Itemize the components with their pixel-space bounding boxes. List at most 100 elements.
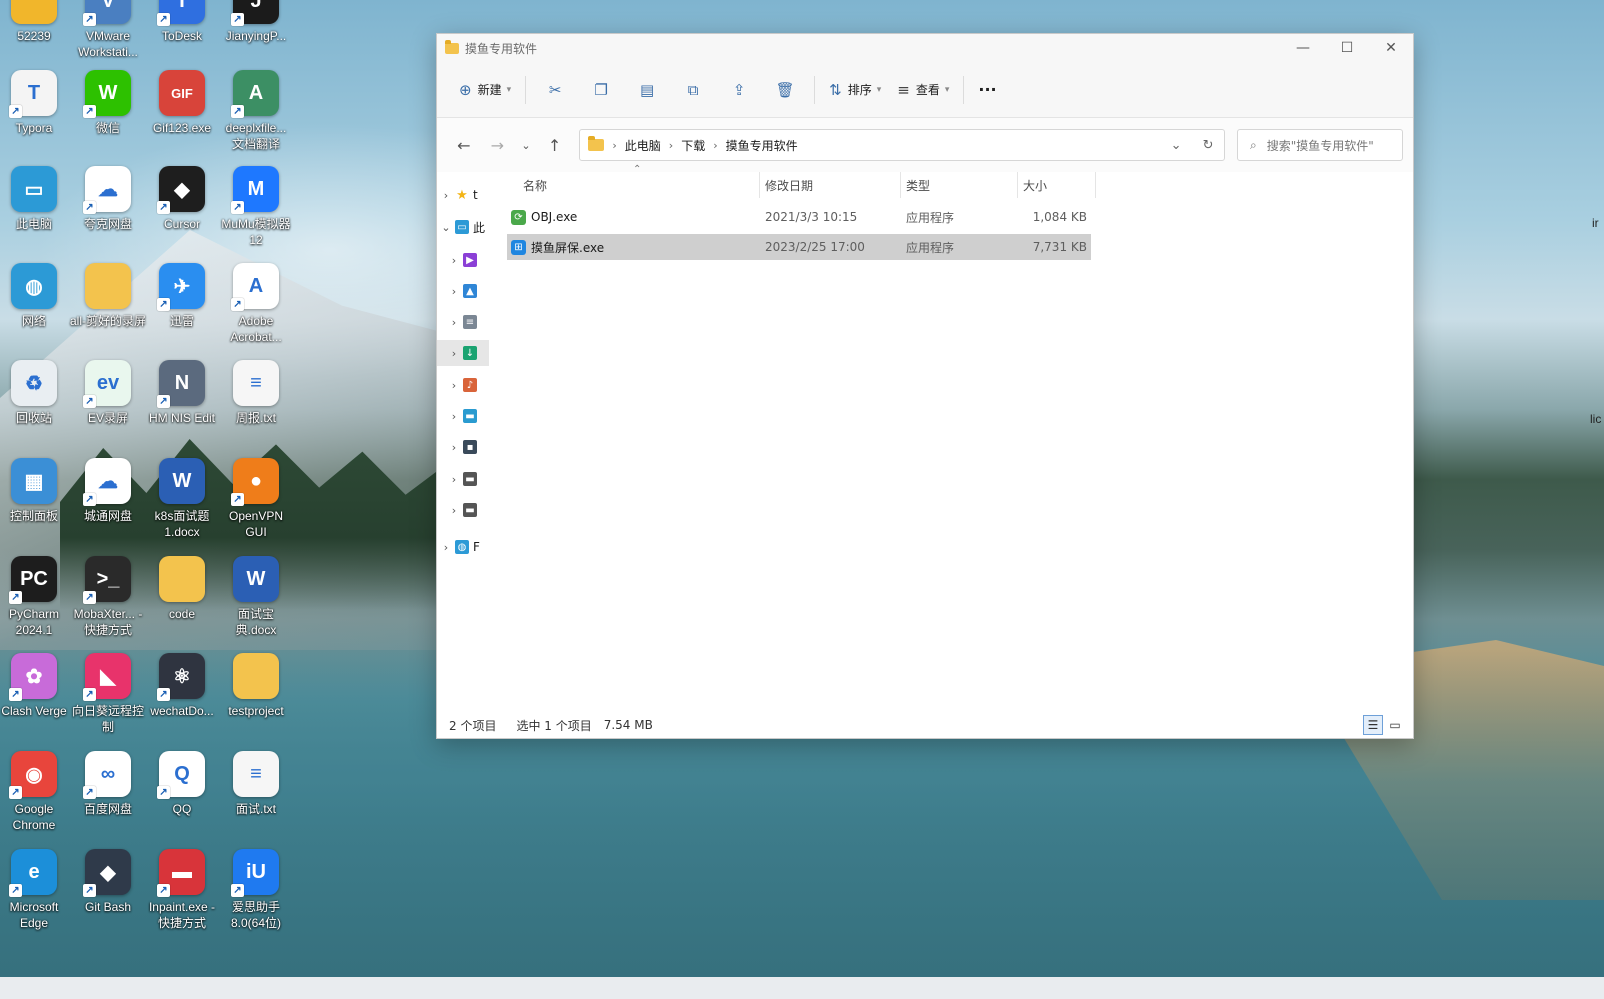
expand-chevron-icon[interactable]: › — [445, 316, 463, 329]
paste-icon[interactable]: ▤ — [632, 74, 662, 106]
desktop-icon[interactable]: ◆ ↗ Cursor — [144, 166, 220, 232]
sort-button[interactable]: ⇅ 排序 ▾ — [821, 74, 889, 106]
forward-arrow-icon[interactable]: → — [481, 130, 515, 160]
desktop-icon[interactable]: ✿ ↗ Clash Verge — [0, 653, 72, 719]
expand-chevron-icon[interactable]: › — [445, 441, 463, 454]
column-header-size[interactable]: 大小 — [1023, 172, 1047, 198]
nav-tree-item[interactable]: › ↓ — [437, 340, 489, 366]
desktop-icon[interactable]: V ↗ VMware Workstati... — [70, 0, 146, 60]
desktop-icon[interactable]: J ↗ JianyingP... — [218, 0, 294, 44]
new-button[interactable]: ⊕ 新建 ▾ — [451, 74, 519, 106]
desktop-icon[interactable]: GIF Gif123.exe — [144, 70, 220, 136]
expand-chevron-icon[interactable]: ⌄ — [437, 221, 455, 234]
nav-tree-item[interactable]: › ♪ — [437, 372, 489, 398]
desktop-icon[interactable]: ◣ ↗ 向日葵远程控制 — [70, 653, 146, 735]
nav-tree-item[interactable]: › ▬ — [437, 466, 489, 492]
nav-tree-item[interactable]: › ▶ — [437, 247, 489, 273]
expand-chevron-icon[interactable]: › — [445, 504, 463, 517]
desktop-icon[interactable]: testproject — [218, 653, 294, 719]
expand-chevron-icon[interactable]: › — [437, 189, 455, 202]
desktop-icon[interactable]: ▭ 此电脑 — [0, 166, 72, 232]
column-divider[interactable] — [900, 172, 901, 198]
desktop-icon[interactable]: PC ↗ PyCharm 2024.1 — [0, 556, 72, 638]
desktop-icon[interactable]: ✈ ↗ 迅雷 — [144, 263, 220, 329]
desktop-icon[interactable]: ≡ 周报.txt — [218, 360, 294, 426]
desktop-icon[interactable]: A ↗ Adobe Acrobat... — [218, 263, 294, 345]
desktop-icon[interactable]: T ↗ ToDesk — [144, 0, 220, 44]
expand-chevron-icon[interactable]: › — [445, 347, 463, 360]
nav-tree-item[interactable]: › ★ t — [437, 182, 489, 208]
desktop-icon[interactable]: >_ ↗ MobaXter... - 快捷方式 — [70, 556, 146, 638]
file-row[interactable]: ⊞ 摸鱼屏保.exe 2023/2/25 17:00 应用程序 7,731 KB — [507, 234, 1091, 260]
desktop-icon[interactable]: ◆ ↗ Git Bash — [70, 849, 146, 915]
desktop-icon[interactable]: 52239 — [0, 0, 72, 44]
desktop-icon[interactable]: N ↗ HM NIS Edit — [144, 360, 220, 426]
desktop-icon[interactable]: ◉ ↗ Google Chrome — [0, 751, 72, 833]
desktop-icon[interactable]: ev ↗ EV录屏 — [70, 360, 146, 426]
breadcrumb-downloads[interactable]: 下载 — [681, 137, 705, 154]
column-header-modified[interactable]: 修改日期 — [765, 172, 813, 198]
nav-tree-item[interactable]: ⌄ ▭ 此 — [437, 214, 489, 240]
column-divider[interactable] — [1095, 172, 1096, 198]
desktop-icon[interactable]: ▦ 控制面板 — [0, 458, 72, 524]
desktop-icon[interactable]: ⚛ ↗ wechatDo... — [144, 653, 220, 719]
share-icon[interactable]: ⇪ — [724, 74, 754, 106]
breadcrumb-separator-icon[interactable]: › — [669, 139, 673, 152]
desktop-icon[interactable]: ∞ ↗ 百度网盘 — [70, 751, 146, 817]
desktop-icon[interactable]: Wk8s面试题1.docx — [144, 458, 220, 540]
breadcrumb-separator-icon[interactable]: › — [713, 139, 717, 152]
desktop-icon[interactable]: W ↗ 微信 — [70, 70, 146, 136]
nav-tree-item[interactable]: › ▲ — [437, 278, 489, 304]
recent-locations-chevron-icon[interactable]: ⌄ — [514, 130, 538, 160]
expand-chevron-icon[interactable]: › — [445, 285, 463, 298]
breadcrumb-this-pc[interactable]: 此电脑 — [625, 137, 661, 154]
column-divider[interactable] — [759, 172, 760, 198]
expand-chevron-icon[interactable]: › — [437, 541, 455, 554]
expand-chevron-icon[interactable]: › — [445, 254, 463, 267]
expand-chevron-icon[interactable]: › — [445, 410, 463, 423]
title-bar[interactable]: 摸鱼专用软件 — ☐ ✕ — [437, 34, 1413, 62]
desktop-icon[interactable]: ☁ ↗ 夸克网盘 — [70, 166, 146, 232]
delete-icon[interactable]: 🗑︎ — [770, 74, 800, 106]
desktop-icon[interactable]: code — [144, 556, 220, 622]
details-view-icon[interactable]: ☰ — [1363, 715, 1383, 735]
column-header-name[interactable]: 名称 — [523, 172, 547, 198]
maximize-button[interactable]: ☐ — [1325, 34, 1369, 62]
minimize-button[interactable]: — — [1281, 34, 1325, 62]
search-box[interactable]: ⌕ 搜索"摸鱼专用软件" — [1237, 129, 1404, 161]
desktop-icon[interactable]: ≡ 面试.txt — [218, 751, 294, 817]
up-arrow-icon[interactable]: ↑ — [538, 130, 572, 160]
nav-tree-item[interactable]: › ◍ F — [437, 534, 489, 560]
desktop-icon[interactable]: ♻ 回收站 — [0, 360, 72, 426]
nav-tree-item[interactable]: › ▬ — [437, 403, 489, 429]
tiles-view-icon[interactable]: ▭ — [1385, 715, 1405, 735]
expand-chevron-icon[interactable]: › — [445, 379, 463, 392]
more-options-button[interactable]: ··· — [970, 74, 1004, 106]
desktop-icon[interactable]: ● ↗ OpenVPN GUI — [218, 458, 294, 540]
cut-icon[interactable]: ✂ — [540, 74, 570, 106]
refresh-icon[interactable]: ↻ — [1192, 138, 1224, 153]
address-history-chevron-icon[interactable]: ⌄ — [1160, 138, 1192, 153]
desktop-icon[interactable]: ◍ 网络 — [0, 263, 72, 329]
file-row[interactable]: ⟳ OBJ.exe 2021/3/3 10:15 应用程序 1,084 KB — [507, 204, 1091, 230]
desktop-icon[interactable]: e ↗ Microsoft Edge — [0, 849, 72, 931]
desktop-icon[interactable]: T ↗ Typora — [0, 70, 72, 136]
desktop-icon[interactable]: all-剪好的录屏 — [70, 263, 146, 329]
breadcrumb-current-folder[interactable]: 摸鱼专用软件 — [726, 137, 798, 154]
desktop-icon[interactable]: M ↗ MuMu模拟器12 — [218, 166, 294, 248]
desktop-icon[interactable]: ☁ ↗ 城通网盘 — [70, 458, 146, 524]
back-arrow-icon[interactable]: ← — [447, 130, 481, 160]
desktop-icon[interactable]: W 面试宝典.docx — [218, 556, 294, 638]
desktop-icon[interactable]: A ↗ deeplxfile... 文档翻译 — [218, 70, 294, 152]
close-button[interactable]: ✕ — [1369, 34, 1413, 62]
desktop-icon[interactable]: iU ↗ 爱思助手8.0(64位) — [218, 849, 294, 931]
column-header-type[interactable]: 类型 — [906, 172, 930, 198]
view-button[interactable]: ≡ 查看 ▾ — [889, 74, 957, 106]
nav-tree-item[interactable]: › ≡ — [437, 309, 489, 335]
column-divider[interactable] — [1017, 172, 1018, 198]
nav-tree-item[interactable]: › ▬ — [437, 497, 489, 523]
nav-tree-item[interactable]: › ▪ — [437, 434, 489, 460]
expand-chevron-icon[interactable]: › — [445, 473, 463, 486]
address-bar[interactable]: › 此电脑 › 下载 › 摸鱼专用软件 ⌄ ↻ — [579, 129, 1226, 161]
rename-icon[interactable]: ⧉ — [678, 74, 708, 106]
